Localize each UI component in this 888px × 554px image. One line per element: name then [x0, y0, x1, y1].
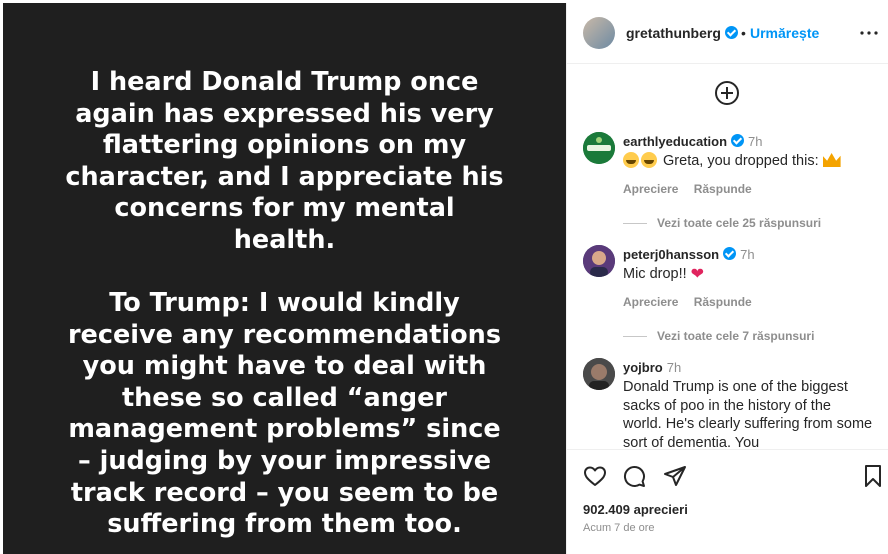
author-username[interactable]: gretathunberg	[626, 25, 738, 41]
likes-count[interactable]: 902.409 aprecieri	[583, 502, 688, 517]
view-replies-label[interactable]: Vezi toate cele 7 răspunsuri	[657, 329, 814, 343]
comment-username-text[interactable]: peterj0hansson	[623, 247, 719, 262]
comment-text: Donald Trump is one of the biggest sacks…	[623, 379, 873, 449]
follow-button[interactable]: Urmărește	[750, 25, 819, 41]
person-avatar-icon	[583, 358, 615, 390]
comment-body: Greta, you dropped this:	[663, 153, 819, 169]
post-footer: 902.409 aprecieri Acum 7 de ore	[567, 449, 888, 554]
comment-avatar[interactable]	[583, 132, 615, 164]
comment-time: 7h	[666, 360, 682, 375]
load-more-comments-icon[interactable]	[715, 81, 739, 105]
like-comment-button[interactable]: Apreciere	[623, 182, 678, 196]
quote-paragraph-2: To Trump: I would kindly receive any rec…	[67, 288, 501, 540]
view-replies-button[interactable]: Vezi toate cele 7 răspunsuri	[623, 329, 814, 343]
post-timestamp[interactable]: Acum 7 de ore	[583, 522, 655, 534]
verified-badge-icon	[724, 26, 738, 39]
verified-badge-icon	[723, 247, 737, 260]
verified-badge-icon	[731, 134, 745, 147]
replies-divider	[623, 223, 647, 225]
like-comment-button[interactable]: Apreciere	[623, 295, 678, 309]
grinning-emoji-icon	[641, 152, 657, 168]
replies-divider	[623, 336, 647, 338]
post-image[interactable]: I heard Donald Trump once again has expr…	[3, 3, 566, 554]
heart-emoji-icon: ❤	[690, 266, 705, 283]
reply-button[interactable]: Răspunde	[694, 182, 752, 196]
comment-time: 7h	[740, 247, 755, 262]
comment-text: Mic drop!! ❤	[623, 265, 873, 285]
share-paper-plane-icon[interactable]	[663, 464, 687, 488]
more-options-icon[interactable]	[857, 21, 881, 51]
post-header: gretathunberg • Urmărește	[567, 3, 888, 64]
view-replies-label[interactable]: Vezi toate cele 25 răspunsuri	[657, 216, 821, 230]
author-avatar[interactable]	[583, 17, 615, 49]
comment-avatar[interactable]	[583, 358, 615, 390]
crown-emoji-icon	[822, 153, 841, 167]
comment-actions: Apreciere Răspunde	[623, 182, 764, 196]
comment-text: Greta, you dropped this:	[623, 152, 873, 171]
earthly-logo-icon	[583, 132, 615, 164]
person-avatar-icon	[583, 245, 615, 277]
quote-paragraph-1: I heard Donald Trump once again has expr…	[65, 67, 504, 255]
save-bookmark-icon[interactable]	[861, 464, 885, 488]
post-sidebar: gretathunberg • Urmărește earthlyeducati…	[566, 3, 888, 554]
view-replies-button[interactable]: Vezi toate cele 25 răspunsuri	[623, 216, 821, 230]
author-username-text[interactable]: gretathunberg	[626, 25, 721, 41]
more-dots-icon[interactable]	[857, 21, 881, 45]
comment-avatar[interactable]	[583, 245, 615, 277]
comment-bubble-icon[interactable]	[622, 464, 646, 488]
comment-username-text[interactable]: earthlyeducation	[623, 134, 727, 149]
comment-username[interactable]: yojbro 7h	[623, 360, 681, 375]
grinning-emoji-icon	[623, 152, 639, 168]
comment-username[interactable]: peterj0hansson 7h	[623, 247, 755, 262]
like-heart-icon[interactable]	[583, 464, 607, 488]
header-separator: •	[741, 25, 746, 41]
comment-username-text[interactable]: yojbro	[623, 360, 663, 375]
instagram-post-view: I heard Donald Trump once again has expr…	[0, 0, 888, 554]
comment-body: Mic drop!!	[623, 266, 687, 282]
reply-button[interactable]: Răspunde	[694, 295, 752, 309]
comment-username[interactable]: earthlyeducation 7h	[623, 134, 763, 149]
comment-time: 7h	[748, 134, 763, 149]
comments-scroll-area[interactable]: yojbro 7h Donald Trump is one of the bigg…	[567, 353, 888, 449]
comment-actions: Apreciere Răspunde	[623, 295, 764, 309]
